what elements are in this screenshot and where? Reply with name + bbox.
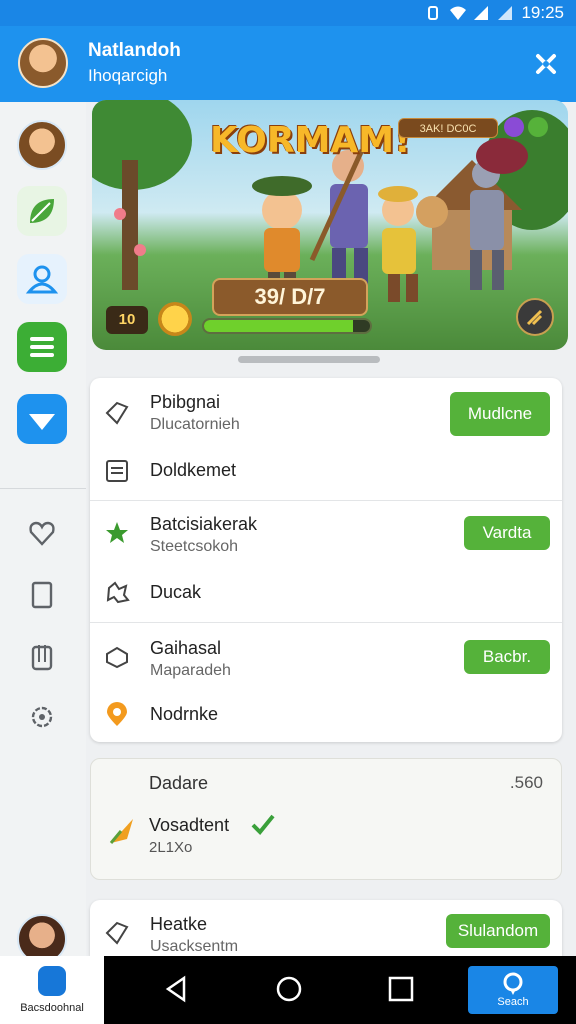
list-item-subtitle: Steetcsokoh	[150, 538, 239, 555]
vibrate-icon	[425, 5, 441, 21]
coin-icon	[158, 302, 192, 336]
list-item-title: Heatke	[150, 914, 208, 934]
progress-bar	[202, 318, 372, 334]
controller-icon	[104, 644, 130, 670]
list-item-title: Doldkemet	[150, 460, 237, 480]
score-counter: 39/ D/7	[212, 278, 368, 316]
leaderboard-label: Dadare	[149, 773, 209, 793]
rail-avatar[interactable]	[17, 120, 67, 170]
list-item-subtitle: Usacksentm	[150, 938, 239, 955]
leaderboard-name: Vosadtent	[149, 815, 230, 835]
status-bar: 19:25	[0, 0, 576, 26]
star-icon	[104, 520, 130, 546]
leaderboard-card[interactable]: Dadare .560 Vosadtent 2L1Xo	[90, 758, 562, 880]
progress-fill	[204, 320, 354, 332]
menu-icon	[30, 337, 54, 357]
app-header: Natlandoh Ihoqarcigh	[0, 26, 576, 102]
list-item-title: Batcisiakerak	[150, 514, 258, 534]
level-badge: 10	[106, 306, 148, 334]
primary-button[interactable]: Mudlcne	[450, 392, 550, 436]
puzzle-icon	[104, 580, 130, 606]
primary-button[interactable]: Slulandom	[446, 914, 550, 948]
secondary-button[interactable]: Bacbr.	[464, 640, 550, 674]
bottom-home-label: Bacsdoohnal	[20, 1002, 84, 1014]
options-card: Pbibgnai Dlucatornieh Mudlcne Doldkemet …	[90, 378, 562, 742]
list-item[interactable]: Heatke Usacksentm Slulandom	[90, 900, 562, 956]
header-subtitle: Ihoqarcigh	[88, 66, 168, 85]
drag-handle[interactable]	[238, 356, 380, 363]
list-icon	[104, 458, 130, 484]
list-item-subtitle: Dlucatornieh	[150, 416, 240, 433]
settings-icon[interactable]	[27, 702, 57, 732]
list-item-title: Nodrnke	[150, 704, 219, 724]
leaf-icon	[30, 199, 54, 223]
home-icon[interactable]	[274, 974, 304, 1004]
score-pill: 3AK! DC0C	[398, 118, 498, 138]
list-item-title: Gaihasal	[150, 638, 222, 658]
close-icon[interactable]	[532, 50, 560, 78]
heart-icon[interactable]	[27, 518, 57, 548]
tag-icon	[104, 920, 130, 946]
leaf-button[interactable]	[17, 186, 67, 236]
back-icon[interactable]	[162, 974, 192, 1004]
side-rail	[0, 102, 86, 964]
location-pin-icon	[104, 702, 130, 728]
wifi-icon	[449, 5, 467, 21]
search-icon	[503, 972, 523, 995]
leaderboard-sub: 2L1Xo	[149, 839, 193, 856]
action-icon[interactable]	[516, 298, 554, 336]
avatar[interactable]	[18, 38, 68, 88]
document-icon[interactable]	[27, 580, 57, 610]
carrot-icon	[107, 813, 137, 852]
rail-divider	[0, 488, 86, 489]
leaderboard-number: .560	[509, 773, 543, 792]
list-item[interactable]: Gaihasal Maparadeh Bacbr. Nodrnke	[90, 622, 562, 742]
verified-icon	[251, 813, 275, 840]
recents-icon[interactable]	[386, 974, 416, 1004]
send-icon	[29, 414, 55, 430]
list-item[interactable]: Batcisiakerak Steetcsokoh Vardta Ducak	[90, 500, 562, 622]
list-item-title: Pbibgnai	[150, 392, 221, 412]
signal-icon	[473, 5, 489, 21]
tag-icon	[104, 400, 130, 426]
game-title: KORMAM!	[210, 120, 411, 161]
game-banner[interactable]: KORMAM! 3AK! DC0C 39/ D/7 10	[92, 100, 568, 350]
search-button[interactable]: Seach	[468, 966, 558, 1014]
list-item[interactable]: Pbibgnai Dlucatornieh Mudlcne Doldkemet	[90, 378, 562, 500]
list-item-subtitle: Maparadeh	[150, 662, 231, 679]
secondary-button[interactable]: Vardta	[464, 516, 550, 550]
profile-button[interactable]	[17, 254, 67, 304]
clipboard-icon[interactable]	[27, 642, 57, 672]
bottom-card[interactable]: Heatke Usacksentm Slulandom	[90, 900, 562, 956]
bottom-home-tab[interactable]: Bacsdoohnal	[0, 956, 104, 1024]
signal-icon-2	[497, 5, 513, 21]
menu-button[interactable]	[17, 322, 67, 372]
app-logo-icon	[38, 966, 66, 996]
navigate-button[interactable]	[17, 394, 67, 444]
gem-icons	[504, 117, 548, 137]
search-label: Seach	[497, 996, 529, 1008]
navigation-bar: Bacsdoohnal Seach	[0, 956, 576, 1024]
header-title: Natlandoh	[88, 40, 181, 61]
list-item-title: Ducak	[150, 582, 202, 602]
status-time: 19:25	[521, 3, 564, 22]
user-icon	[25, 265, 59, 294]
